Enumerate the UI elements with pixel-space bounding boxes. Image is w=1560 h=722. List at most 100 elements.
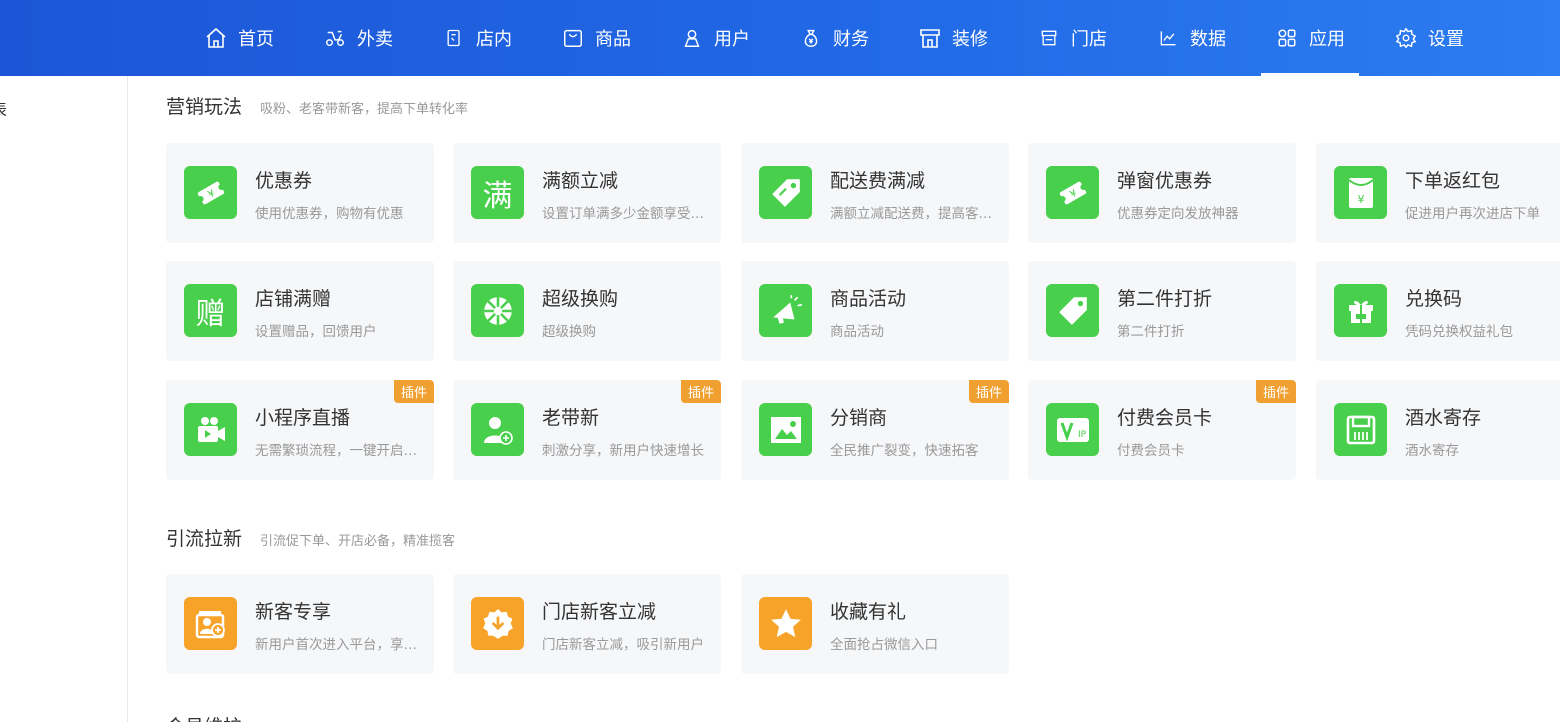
sidebar-item[interactable]: 表 xyxy=(0,96,7,120)
storage-icon xyxy=(1334,403,1387,456)
card-title: 酒水寄存 xyxy=(1405,407,1482,429)
top-navigation-bar: 首页 外卖 店内 商品 用户 财务 装修 门店 数据 应用 设置 xyxy=(0,0,1560,76)
nav-item-finance[interactable]: 财务 xyxy=(785,0,883,76)
app-card-redeem-code[interactable]: 兑换码 凭码兑换权益礼包 xyxy=(1316,261,1560,361)
section-title: 引流拉新 xyxy=(166,528,243,550)
card-desc: 使用优惠券，购物有优惠 xyxy=(255,206,404,222)
app-card-paid-member[interactable]: 插件 IP 付费会员卡 付费会员卡 xyxy=(1028,380,1296,480)
nav-item-settings[interactable]: 设置 xyxy=(1380,0,1478,76)
section-title: 会员维护 xyxy=(166,712,242,722)
app-card-red-envelope[interactable]: ¥ 下单返红包 促进用户再次进店下单 xyxy=(1316,143,1560,243)
nav-label-finance: 财务 xyxy=(833,29,869,50)
gift-char-icon: 赠 xyxy=(184,284,237,337)
app-card-coupon[interactable]: ¥ 优惠券 使用优惠券，购物有优惠 xyxy=(166,143,434,243)
card-title: 门店新客立减 xyxy=(542,601,657,623)
nav-label-decoration: 装修 xyxy=(952,29,988,50)
card-desc: 全民推广裂变，快速拓客 xyxy=(830,443,979,459)
full-reduction-icon: 满 xyxy=(471,166,524,219)
card-desc: 门店新客立减，吸引新用户 xyxy=(542,637,704,653)
svg-text:¥: ¥ xyxy=(1357,193,1364,206)
new-customer-icon xyxy=(184,597,237,650)
red-envelope-icon: ¥ xyxy=(1334,166,1387,219)
nav-item-takeout[interactable]: 外卖 xyxy=(309,0,407,76)
section-subtitle: 引流促下单、开店必备，精准揽客 xyxy=(260,534,456,549)
gift-box-icon xyxy=(1334,284,1387,337)
card-desc: 设置赠品，回馈用户 xyxy=(255,324,377,340)
app-card-super-exchange[interactable]: 超级换购 超级换购 xyxy=(453,261,721,361)
card-title: 兑换码 xyxy=(1405,288,1463,310)
nav-label-dine-in: 店内 xyxy=(476,29,512,50)
nav-label-home: 首页 xyxy=(238,29,274,50)
sidebar: 表 xyxy=(0,76,128,722)
shop-front-icon xyxy=(918,26,942,50)
coupon-icon: ¥ xyxy=(184,166,237,219)
nav-label-data: 数据 xyxy=(1190,29,1226,50)
nav-item-dine-in[interactable]: 店内 xyxy=(428,0,526,76)
card-desc: 第二件打折 xyxy=(1117,324,1185,340)
app-card-popup-coupon[interactable]: ¥ 弹窗优惠券 优惠券定向发放神器 xyxy=(1028,143,1296,243)
user-icon xyxy=(680,26,704,50)
nav-label-users: 用户 xyxy=(714,29,750,50)
live-camera-icon xyxy=(184,403,237,456)
app-card-wine-storage[interactable]: 酒水寄存 酒水寄存 xyxy=(1316,380,1560,480)
card-title: 商品活动 xyxy=(830,288,907,310)
card-title: 收藏有礼 xyxy=(830,601,907,623)
store-tablet-icon xyxy=(442,26,466,50)
app-card-referral[interactable]: 插件 老带新 刺激分享，新用户快速增长 xyxy=(453,380,721,480)
app-card-second-discount[interactable]: 第二件打折 第二件打折 xyxy=(1028,261,1296,361)
plugin-badge: 插件 xyxy=(1255,380,1296,403)
section-header-member: 会员维护 xyxy=(166,712,242,722)
card-desc: 刺激分享，新用户快速增长 xyxy=(542,443,704,459)
card-title: 优惠券 xyxy=(255,170,313,192)
card-title: 小程序直播 xyxy=(255,407,351,429)
nav-item-home[interactable]: 首页 xyxy=(190,0,288,76)
card-title: 新客专享 xyxy=(255,601,332,623)
app-card-distributor[interactable]: 插件 分销商 全民推广裂变，快速拓客 xyxy=(741,380,1009,480)
gear-icon xyxy=(1394,26,1418,50)
card-desc: 设置订单满多少金额享受立减 xyxy=(542,206,712,222)
card-desc: 优惠券定向发放神器 xyxy=(1117,206,1239,222)
app-card-store-new-customer[interactable]: 门店新客立减 门店新客立减，吸引新用户 xyxy=(453,574,721,674)
nav-item-stores[interactable]: 门店 xyxy=(1023,0,1121,76)
vip-card-icon: IP xyxy=(1046,403,1099,456)
popup-coupon-icon: ¥ xyxy=(1046,166,1099,219)
card-desc: 促进用户再次进店下单 xyxy=(1405,206,1540,222)
nav-item-data[interactable]: 数据 xyxy=(1142,0,1240,76)
card-desc: 无需繁琐流程，一键开启直播 xyxy=(255,443,425,459)
discount-tag-icon xyxy=(1046,284,1099,337)
app-card-product-activity[interactable]: 商品活动 商品活动 xyxy=(741,261,1009,361)
app-card-new-customer[interactable]: 新客专享 新用户首次进入平台，享受优惠 xyxy=(166,574,434,674)
apps-icon xyxy=(1275,26,1299,50)
card-title: 弹窗优惠券 xyxy=(1117,170,1213,192)
nav-item-users[interactable]: 用户 xyxy=(666,0,764,76)
badge-down-icon xyxy=(471,597,524,650)
app-card-full-reduction[interactable]: 满 满额立减 设置订单满多少金额享受立减 xyxy=(453,143,721,243)
scooter-icon xyxy=(323,26,347,50)
app-card-store-gift[interactable]: 赠 店铺满赠 设置赠品，回馈用户 xyxy=(166,261,434,361)
nav-item-apps[interactable]: 应用 xyxy=(1261,0,1359,76)
card-title: 老带新 xyxy=(542,407,600,429)
image-icon xyxy=(759,403,812,456)
plugin-badge: 插件 xyxy=(393,380,434,403)
card-title: 配送费满减 xyxy=(830,170,926,192)
app-card-delivery-discount[interactable]: 配送费满减 满额立减配送费，提高客单价 xyxy=(741,143,1009,243)
app-card-mini-live[interactable]: 插件 小程序直播 无需繁琐流程，一键开启直播 xyxy=(166,380,434,480)
money-bag-icon xyxy=(799,26,823,50)
chart-icon xyxy=(1156,26,1180,50)
app-card-favorite-gift[interactable]: 收藏有礼 全面抢占微信入口 xyxy=(741,574,1009,674)
price-tag-icon xyxy=(759,166,812,219)
nav-label-apps: 应用 xyxy=(1309,29,1345,50)
nav-label-stores: 门店 xyxy=(1071,29,1107,50)
card-desc: 超级换购 xyxy=(542,324,596,340)
main-content: 营销玩法 吸粉、老客带新客，提高下单转化率 ¥ 优惠券 使用优惠券，购物有优惠 … xyxy=(166,76,1560,722)
card-desc: 商品活动 xyxy=(830,324,884,340)
card-desc: 新用户首次进入平台，享受优惠 xyxy=(255,637,425,653)
card-desc: 全面抢占微信入口 xyxy=(830,637,938,653)
section-title: 营销玩法 xyxy=(166,96,243,118)
nav-item-decoration[interactable]: 装修 xyxy=(904,0,1002,76)
plugin-badge: 插件 xyxy=(968,380,1009,403)
nav-label-settings: 设置 xyxy=(1428,29,1464,50)
section-subtitle: 吸粉、老客带新客，提高下单转化率 xyxy=(260,102,469,117)
nav-item-products[interactable]: 商品 xyxy=(547,0,645,76)
svg-text:IP: IP xyxy=(1078,430,1087,440)
